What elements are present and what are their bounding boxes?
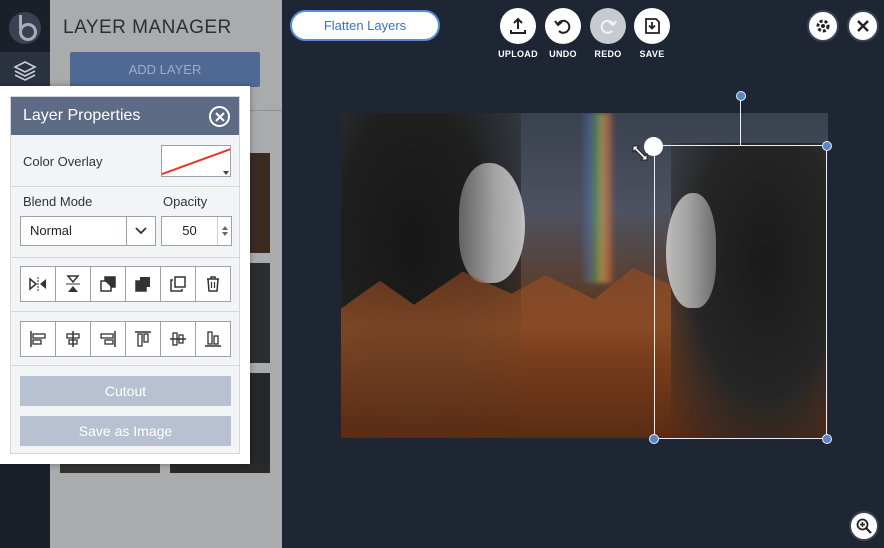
rotate-handle[interactable] (736, 91, 746, 101)
stepper-down-icon[interactable] (221, 232, 228, 236)
align-bottom-button[interactable] (196, 322, 230, 356)
resize-handle-bottom-left[interactable] (649, 434, 659, 444)
trash-icon (207, 276, 219, 292)
align-right-icon (100, 331, 116, 347)
duplicate-icon (170, 276, 186, 292)
duplicate-layer-button[interactable] (161, 267, 196, 301)
transform-toolbar (20, 266, 231, 302)
align-center-icon (66, 331, 80, 347)
close-icon (857, 20, 869, 32)
redo-icon (600, 19, 617, 34)
divider (11, 186, 239, 187)
align-bottom-icon (205, 331, 221, 347)
undo-tool[interactable]: UNDO (543, 8, 583, 59)
blend-mode-select[interactable]: Normal (20, 216, 156, 246)
color-overlay-picker[interactable] (161, 145, 231, 177)
divider (11, 257, 239, 258)
layer-thumbnail[interactable] (250, 373, 270, 473)
add-layer-button[interactable]: ADD LAYER (70, 52, 260, 87)
close-icon (214, 111, 225, 122)
opacity-value: 50 (182, 223, 197, 238)
blend-mode-value: Normal (30, 223, 72, 238)
save-tool[interactable]: SAVE (632, 8, 672, 59)
layer-properties-title: Layer Properties (23, 107, 141, 124)
divider (11, 365, 239, 366)
divider (11, 311, 239, 312)
align-left-button[interactable] (21, 322, 56, 356)
stepper-up-icon[interactable] (221, 226, 228, 230)
upload-tool[interactable]: UPLOAD (498, 8, 538, 59)
save-as-image-button[interactable]: Save as Image (20, 416, 231, 446)
settings-button[interactable] (807, 10, 839, 42)
dropdown-arrow-icon (223, 171, 229, 175)
redo-label: REDO (594, 49, 622, 59)
bring-forward-icon (100, 276, 116, 292)
flip-vertical-icon (66, 275, 80, 292)
align-center-horizontal-button[interactable] (56, 322, 91, 356)
upload-button[interactable] (500, 8, 536, 44)
zoom-button[interactable] (849, 511, 879, 541)
align-right-button[interactable] (91, 322, 126, 356)
selected-layer-box[interactable] (654, 145, 827, 439)
blend-mode-label: Blend Mode (23, 194, 93, 209)
resize-handle-top-right[interactable] (822, 141, 832, 151)
opacity-input[interactable]: 50 (161, 216, 232, 246)
send-backward-button[interactable] (126, 267, 161, 301)
color-overlay-label: Color Overlay (23, 154, 103, 169)
align-top-button[interactable] (126, 322, 161, 356)
close-properties-button[interactable] (209, 106, 230, 127)
layer-thumbnail-partial[interactable] (170, 464, 270, 473)
opacity-stepper[interactable] (217, 217, 231, 245)
layer-thumbnail[interactable] (250, 263, 270, 363)
blend-mode-dropdown-toggle[interactable] (126, 217, 155, 245)
align-middle-vertical-button[interactable] (161, 322, 196, 356)
align-left-icon (30, 331, 46, 347)
rotation-line (740, 96, 741, 146)
close-editor-button[interactable] (847, 10, 879, 42)
rainbow-area (581, 113, 615, 283)
save-button[interactable] (634, 8, 670, 44)
layer-manager-title: LAYER MANAGER (63, 17, 232, 38)
undo-button[interactable] (545, 8, 581, 44)
layer-thumbnail[interactable] (250, 153, 270, 253)
redo-button[interactable] (590, 8, 626, 44)
chevron-down-icon (135, 227, 147, 235)
layer-thumbnail-partial[interactable] (60, 464, 160, 473)
align-toolbar (20, 321, 231, 357)
undo-label: UNDO (549, 49, 577, 59)
upload-icon (510, 17, 526, 34)
align-top-icon (135, 331, 151, 347)
layer-properties-header: Layer Properties (11, 97, 239, 135)
face-left (459, 163, 525, 283)
cutout-button[interactable]: Cutout (20, 376, 231, 406)
zoom-in-icon (856, 518, 872, 534)
delete-layer-button[interactable] (196, 267, 230, 301)
send-backward-icon (135, 277, 150, 292)
undo-icon (554, 19, 571, 34)
redo-tool[interactable]: REDO (588, 8, 628, 59)
gear-icon (816, 19, 830, 33)
resize-handle-bottom-right[interactable] (822, 434, 832, 444)
layer-properties-panel: Layer Properties Color Overlay Blend Mod… (0, 86, 250, 464)
flip-horizontal-button[interactable] (21, 267, 56, 301)
save-icon (645, 18, 660, 34)
bring-forward-button[interactable] (91, 267, 126, 301)
save-label: SAVE (639, 49, 665, 59)
flip-vertical-button[interactable] (56, 267, 91, 301)
opacity-label: Opacity (163, 194, 208, 209)
resize-cursor-icon (632, 145, 648, 161)
layer-properties-body: Layer Properties Color Overlay Blend Mod… (10, 96, 240, 454)
align-middle-icon (170, 332, 186, 346)
flatten-layers-button[interactable]: Flatten Layers (290, 10, 440, 41)
upload-label: UPLOAD (498, 49, 538, 59)
app-logo-icon (9, 12, 41, 44)
flip-horizontal-icon (29, 277, 46, 291)
